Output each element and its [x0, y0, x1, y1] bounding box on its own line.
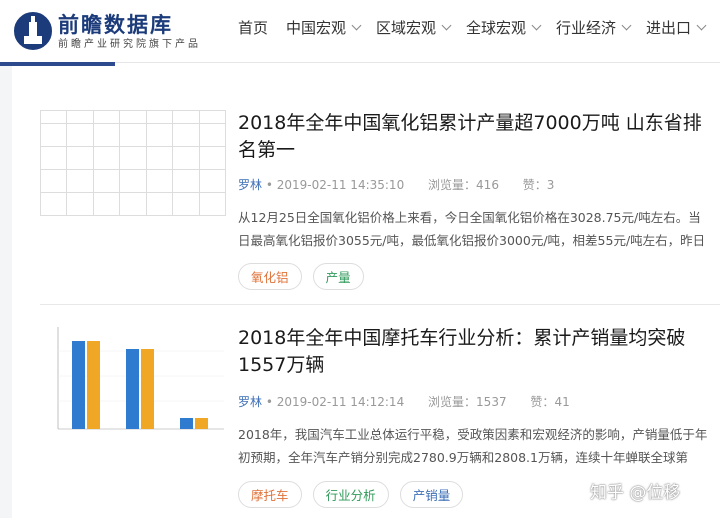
tag-list: 氧化铝 产量: [238, 263, 370, 290]
nav-item-industry-economy[interactable]: 行业经济: [556, 17, 632, 38]
thumbnail-table-image: [39, 110, 227, 216]
article-meta: 罗林 • 2019-02-11 14:35:10 浏览量：416 赞：3: [238, 176, 554, 193]
author-name[interactable]: 罗林: [238, 395, 262, 409]
tag[interactable]: 氧化铝: [238, 263, 302, 290]
views-count: 1537: [476, 395, 507, 409]
article-excerpt: 2018年，我国汽车工业总体运行平稳，受政策因素和宏观经济的影响，产销量低于年初…: [238, 427, 708, 465]
chevron-down-icon: [531, 20, 542, 31]
chevron-down-icon: [351, 20, 362, 31]
likes-label: 赞：: [530, 395, 555, 409]
chevron-down-icon: [441, 20, 452, 31]
article-card[interactable]: 2018年全年中国氧化铝累计产量超7000万吨 山东省排名第一 罗林 • 201…: [39, 66, 720, 304]
meta-separator: •: [265, 178, 277, 192]
likes-count: 3: [546, 178, 555, 192]
article-thumbnail[interactable]: [40, 321, 226, 439]
views-label: 浏览量：: [428, 178, 477, 192]
nav-item-regional-macro[interactable]: 区域宏观: [376, 17, 452, 38]
left-gutter: [0, 66, 12, 518]
chevron-down-icon: [621, 20, 632, 31]
nav-item-import-export[interactable]: 进出口: [646, 17, 707, 38]
tag[interactable]: 产量: [312, 263, 364, 290]
tag[interactable]: 产销量: [399, 481, 464, 508]
views-label: 浏览量：: [428, 395, 477, 409]
logo-icon[interactable]: [12, 10, 54, 52]
article-title[interactable]: 2018年全年中国摩托车行业分析：累计产销量均突破1557万辆: [238, 325, 713, 379]
article-title[interactable]: 2018年全年中国氧化铝累计产量超7000万吨 山东省排名第一: [238, 110, 713, 164]
author-name[interactable]: 罗林: [238, 178, 262, 192]
nav-item-home[interactable]: 首页: [238, 17, 268, 38]
article-meta: 罗林 • 2019-02-11 14:12:14 浏览量：1537 赞：41: [238, 393, 570, 410]
tag-list: 摩托车 行业分析 产销量: [238, 481, 469, 508]
nav-item-china-macro[interactable]: 中国宏观: [286, 17, 362, 38]
likes-label: 赞：: [522, 178, 547, 192]
chevron-down-icon: [696, 20, 707, 31]
site-header: 前瞻数据库 前瞻产业研究院旗下产品 首页 中国宏观 区域宏观 全球宏观 行业经济…: [0, 0, 720, 63]
publish-date: 2019-02-11 14:12:14: [276, 395, 405, 409]
article-excerpt: 从12月25日全国氧化铝价格上来看，今日全国氧化铝价格在3028.75元/吨左右…: [238, 210, 706, 248]
thumbnail-chart-image: [57, 327, 224, 430]
publish-date: 2019-02-11 14:35:10: [276, 178, 405, 192]
likes-count: 41: [554, 395, 570, 409]
logo-subtitle: 前瞻产业研究院旗下产品: [58, 39, 201, 50]
article-thumbnail[interactable]: [39, 110, 227, 220]
tag[interactable]: 摩托车: [238, 481, 302, 508]
watermark: 知乎 @位移: [590, 483, 681, 503]
views-count: 416: [476, 178, 499, 192]
tag[interactable]: 行业分析: [312, 481, 389, 508]
meta-separator: •: [265, 395, 277, 409]
nav-item-global-macro[interactable]: 全球宏观: [466, 17, 542, 38]
